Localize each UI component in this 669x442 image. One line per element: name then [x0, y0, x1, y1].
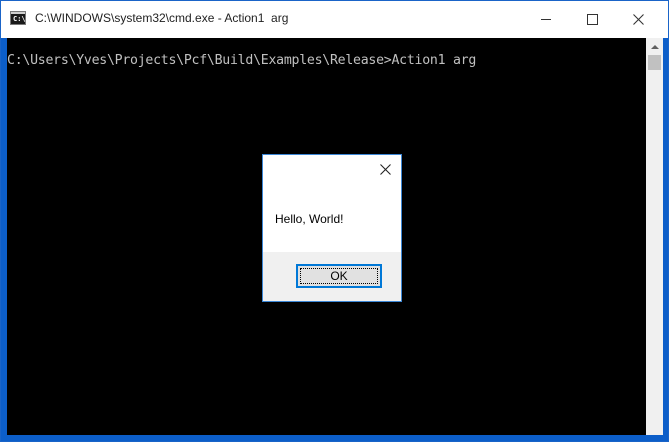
close-icon	[632, 14, 644, 25]
dialog-message: Hello, World!	[275, 212, 344, 226]
title-bar[interactable]: C:\ C:\WINDOWS\system32\cmd.exe - Action…	[1, 1, 668, 38]
ok-button[interactable]: OK	[296, 264, 382, 288]
message-box: Hello, World! OK	[262, 154, 402, 302]
scroll-up-arrow-icon[interactable]	[646, 38, 663, 55]
cmd-icon-text: C:\	[13, 15, 26, 23]
minimize-button[interactable]	[523, 1, 569, 38]
window-title: C:\WINDOWS\system32\cmd.exe - Action1 ar…	[35, 11, 289, 25]
maximize-button[interactable]	[569, 1, 615, 38]
command-prompt-line: C:\Users\Yves\Projects\Pcf\Build\Example…	[7, 53, 477, 68]
dialog-footer: OK	[263, 252, 401, 301]
close-icon	[379, 163, 391, 175]
minimize-icon	[541, 19, 551, 20]
cmd-icon[interactable]: C:\	[10, 11, 26, 25]
vertical-scrollbar[interactable]	[646, 38, 663, 435]
maximize-icon	[586, 14, 598, 25]
scroll-thumb[interactable]	[648, 55, 661, 70]
dialog-close-button[interactable]	[371, 157, 399, 181]
close-button[interactable]	[615, 1, 661, 38]
